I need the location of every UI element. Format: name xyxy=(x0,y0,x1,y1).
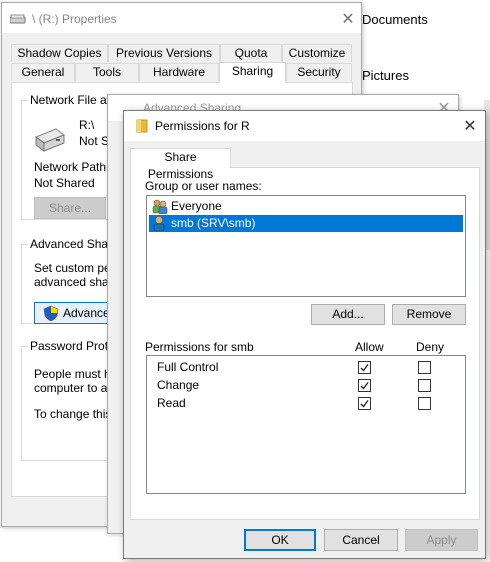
tab-general[interactable]: General xyxy=(11,63,75,81)
tab-customize[interactable]: Customize xyxy=(282,44,352,62)
read-deny-checkbox[interactable] xyxy=(418,397,431,410)
properties-close-icon[interactable]: ✕ xyxy=(334,9,362,29)
perm-name: Change xyxy=(157,378,200,392)
documents-item[interactable]: Documents xyxy=(362,12,428,27)
change-allow-checkbox[interactable] xyxy=(358,379,371,392)
tab-label: Sharing xyxy=(231,64,274,78)
tab-label: Share Permissions xyxy=(147,150,214,181)
tab-label: Security xyxy=(297,65,341,79)
perm-name: Full Control xyxy=(157,360,219,374)
add-button[interactable]: Add... xyxy=(311,304,385,325)
pictures-label: Pictures xyxy=(362,68,409,83)
tab-share-permissions[interactable]: Share Permissions xyxy=(130,148,231,181)
tab-tools[interactable]: Tools xyxy=(75,63,139,81)
read-allow-checkbox[interactable] xyxy=(358,397,371,410)
user-row-smb[interactable]: smb (SRV\smb) xyxy=(149,215,463,232)
documents-label: Documents xyxy=(362,12,428,27)
drive-name: R:\ xyxy=(79,118,95,132)
share-permissions-panel: Group or user names: Everyone smb (SRV\s… xyxy=(130,167,480,520)
network-path-label: Network Path: xyxy=(34,160,110,174)
full-control-deny-checkbox[interactable] xyxy=(418,361,431,374)
tab-label: Quota xyxy=(234,46,268,60)
change-deny-checkbox[interactable] xyxy=(418,379,431,392)
folder-icon xyxy=(136,119,148,136)
apply-button[interactable]: Apply xyxy=(405,529,478,551)
permissions-window: Permissions for R ✕ Share Permissions Gr… xyxy=(123,110,486,559)
tab-label: General xyxy=(21,65,65,79)
properties-title: \ (R:) Properties xyxy=(32,12,117,26)
cancel-button[interactable]: Cancel xyxy=(324,529,398,551)
uac-shield-icon xyxy=(43,305,59,328)
tab-label: Shadow Copies xyxy=(17,46,102,60)
tab-shadow-copies[interactable]: Shadow Copies xyxy=(11,44,108,62)
ok-button[interactable]: OK xyxy=(244,529,316,551)
tab-label: Tools xyxy=(92,65,121,79)
permissions-list: Full Control Change Read xyxy=(146,355,466,494)
tab-label: Previous Versions xyxy=(115,46,213,60)
user-icon xyxy=(152,216,166,236)
tab-security[interactable]: Security xyxy=(286,63,352,81)
tab-label: Customize xyxy=(288,46,346,60)
remove-button[interactable]: Remove xyxy=(392,304,466,325)
permissions-for-label: Permissions for smb xyxy=(145,340,254,354)
tab-hardware[interactable]: Hardware xyxy=(139,63,219,81)
permissions-titlebar: Permissions for R ✕ xyxy=(124,111,485,141)
properties-titlebar: \ (R:) Properties ✕ xyxy=(2,3,361,33)
drive-icon xyxy=(9,13,26,27)
network-path-value: Not Shared xyxy=(34,176,95,190)
tab-quota[interactable]: Quota xyxy=(220,44,282,62)
pictures-item[interactable]: Pictures xyxy=(362,68,409,83)
full-control-allow-checkbox[interactable] xyxy=(358,361,371,374)
user-name: smb (SRV\smb) xyxy=(171,216,256,230)
allow-header: Allow xyxy=(355,340,384,354)
permissions-title: Permissions for R xyxy=(155,119,250,133)
deny-header: Deny xyxy=(416,340,445,354)
drive-share-status: Not S xyxy=(79,134,110,148)
permissions-close-icon[interactable]: ✕ xyxy=(456,116,484,136)
share-button[interactable]: Share... xyxy=(34,197,106,219)
tab-sharing[interactable]: Sharing xyxy=(219,62,286,83)
user-list[interactable]: Everyone smb (SRV\smb) xyxy=(146,195,466,297)
tab-label: Hardware xyxy=(152,65,206,79)
tab-previous-versions[interactable]: Previous Versions xyxy=(108,44,220,62)
user-row-everyone[interactable]: Everyone xyxy=(149,198,463,215)
drive-large-icon xyxy=(34,123,66,156)
perm-name: Read xyxy=(157,396,186,410)
user-name: Everyone xyxy=(171,199,222,213)
